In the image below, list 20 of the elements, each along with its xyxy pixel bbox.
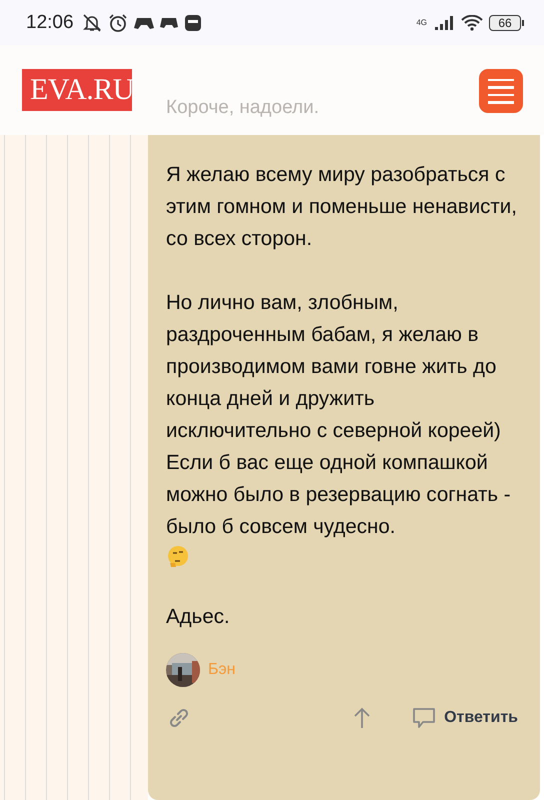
post-text: Адьес. [166,604,231,630]
arrow-up-icon[interactable] [352,707,372,729]
adblock-icon [184,14,202,32]
speech-bubble-icon [412,707,436,729]
menu-button[interactable] [479,69,523,113]
post-text: Если б вас еще одной компашкой можно было в резервацию согнать - было б совсем чудесно. [166,450,512,540]
wifi-icon [461,14,483,30]
signal-icon [433,14,455,30]
post-text: Я желаю всему миру разобраться с этим гомном и поменьше ненависти, со всех сторон. [166,162,518,252]
site-logo[interactable]: EVA.RU [22,69,132,111]
network-label: 4G [416,18,427,27]
gamepad-icon [160,16,178,28]
post-text: Но лично вам, злобным, раздроченным бабам, я желаю в производимом вами говне жить до конца дней и дружить исключительно с северной кореей) [166,290,502,444]
battery-indicator: 66 [489,14,521,30]
post-text: Короче, надоели. [166,97,320,119]
alarm-icon [108,12,128,32]
bell-off-icon [82,12,102,32]
status-time: 12:06 [26,12,74,34]
gamepad-icon [134,16,154,30]
reply-button[interactable]: Ответить [412,707,518,729]
